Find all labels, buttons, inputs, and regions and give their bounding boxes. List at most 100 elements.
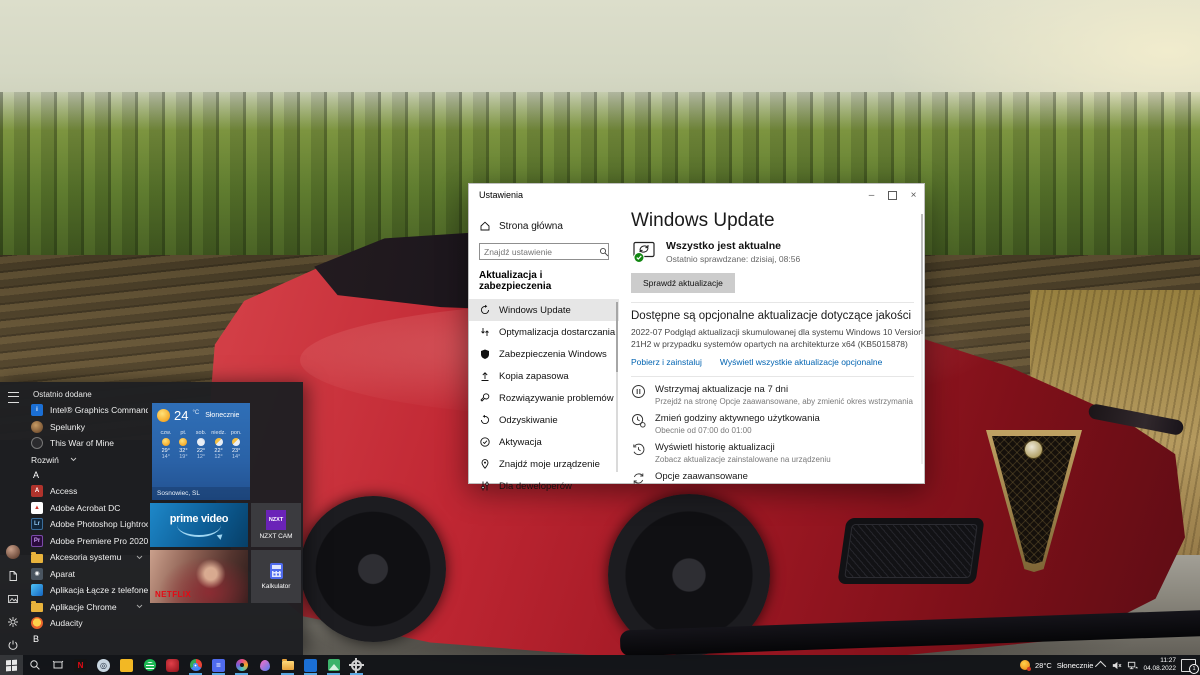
download-install-link[interactable]: Pobierz i zainstaluj bbox=[631, 357, 702, 367]
taskbar-red-app[interactable] bbox=[161, 655, 184, 675]
minimize-button[interactable]: – bbox=[861, 184, 882, 206]
settings-window: Ustawienia – × Strona główna Aktualizacj… bbox=[468, 183, 925, 484]
sidebar-item-activation[interactable]: Aktywacja bbox=[469, 431, 619, 453]
app-item-phone-link[interactable]: Aplikacja Łącze z telefonem bbox=[26, 582, 148, 599]
search-icon bbox=[599, 247, 609, 257]
start-button[interactable] bbox=[0, 655, 23, 675]
taskbar-spotify[interactable] bbox=[138, 655, 161, 675]
start-menu: Ostatnio dodane i Intel® Graphics Comman… bbox=[0, 382, 303, 655]
spelunky-icon bbox=[31, 421, 43, 433]
taskbar-calculator[interactable]: = bbox=[207, 655, 230, 675]
taskbar-settings[interactable] bbox=[345, 655, 368, 675]
app-item-premiere[interactable]: Pr Adobe Premiere Pro 2020 bbox=[26, 533, 148, 550]
title-bar[interactable]: Ustawienia – × bbox=[469, 184, 924, 206]
task-view-button[interactable] bbox=[46, 655, 69, 675]
main-scrollbar[interactable] bbox=[921, 214, 923, 464]
app-item-spelunky[interactable]: Spelunky bbox=[26, 419, 148, 436]
user-avatar[interactable] bbox=[6, 545, 20, 559]
hidden-icons-chevron[interactable] bbox=[1095, 661, 1106, 672]
taskbar-chrome[interactable] bbox=[184, 655, 207, 675]
app-item-camera[interactable]: ◉ Aparat bbox=[26, 566, 148, 583]
expand-row[interactable]: Rozwiń bbox=[26, 452, 148, 469]
sidebar-item-backup[interactable]: Kopia zapasowa bbox=[469, 365, 619, 387]
netflix-logo: NETFLIX bbox=[155, 590, 191, 599]
app-label: Audacity bbox=[50, 618, 83, 628]
taskbar-photos[interactable] bbox=[322, 655, 345, 675]
tray-time: 11:27 bbox=[1143, 657, 1176, 665]
app-item-audacity[interactable]: Audacity bbox=[26, 615, 148, 632]
taskbar-paint3d[interactable] bbox=[253, 655, 276, 675]
documents-icon[interactable] bbox=[7, 570, 19, 582]
pause-updates-item[interactable]: Wstrzymaj aktualizacje na 7 dni Przejdź … bbox=[631, 384, 914, 406]
app-item-intel-gcc[interactable]: i Intel® Graphics Command Center (Be... bbox=[26, 402, 148, 419]
sidebar-item-label: Rozwiązywanie problemów bbox=[499, 393, 614, 404]
settings-gear-icon[interactable] bbox=[7, 616, 19, 628]
sidebar-item-home[interactable]: Strona główna bbox=[469, 216, 619, 236]
folder-item-chrome-apps[interactable]: Aplikacje Chrome bbox=[26, 599, 148, 616]
update-history-item[interactable]: Wyświetl historię aktualizacji Zobacz ak… bbox=[631, 442, 914, 464]
nzxt-cam-tile[interactable]: NZXT NZXT CAM bbox=[251, 503, 301, 547]
intel-gcc-icon: i bbox=[31, 404, 43, 416]
sidebar-item-windows-update[interactable]: Windows Update bbox=[469, 299, 619, 321]
sidebar-item-label: Znajdź moje urządzenie bbox=[499, 459, 600, 470]
taskbar-mail[interactable] bbox=[299, 655, 322, 675]
clock[interactable]: 11:27 04.08.2022 bbox=[1143, 657, 1176, 673]
sidebar-item-label: Dla deweloperów bbox=[499, 481, 572, 492]
taskbar-steam[interactable]: ◎ bbox=[92, 655, 115, 675]
volume-muted-icon[interactable] bbox=[1111, 660, 1122, 671]
app-item-acrobat[interactable]: ▲ Adobe Acrobat DC bbox=[26, 500, 148, 517]
sidebar-item-recovery[interactable]: Odzyskiwanie bbox=[469, 409, 619, 431]
taskbar-search-button[interactable] bbox=[23, 655, 46, 675]
taskbar-notes-app[interactable] bbox=[115, 655, 138, 675]
tray-condition[interactable]: Słonecznie bbox=[1057, 661, 1094, 670]
tray-weather-icon[interactable] bbox=[1020, 660, 1030, 670]
app-item-access[interactable]: A Access bbox=[26, 483, 148, 500]
app-item-lightroom[interactable]: Lr Adobe Photoshop Lightroom 5.7.1 64... bbox=[26, 516, 148, 533]
weather-tile[interactable]: 24 °C Słonecznie czw. 29°14° pt. 32°19° … bbox=[152, 403, 250, 500]
advanced-options-item[interactable]: Opcje zaawansowane Dodatkowe kontrolki i… bbox=[631, 471, 914, 484]
app-label: Aplikacje Chrome bbox=[50, 602, 117, 612]
sidebar-item-developers[interactable]: Dla deweloperów bbox=[469, 475, 619, 497]
calculator-tile[interactable]: Kalkulator bbox=[251, 550, 301, 603]
steam-icon: ◎ bbox=[97, 659, 110, 672]
app-item-this-war-of-mine[interactable]: This War of Mine bbox=[26, 435, 148, 452]
close-button[interactable]: × bbox=[903, 184, 924, 206]
view-all-optional-link[interactable]: Wyświetl wszystkie aktualizacje opcjonal… bbox=[720, 357, 882, 367]
active-hours-item[interactable]: Zmień godziny aktywnego użytkowania Obec… bbox=[631, 413, 914, 435]
developers-icon bbox=[479, 480, 491, 492]
maximize-button[interactable] bbox=[882, 184, 903, 206]
windows-update-page: Windows Update Wszystko jest aktualne Os… bbox=[619, 206, 924, 484]
prime-video-tile[interactable]: prime video bbox=[150, 503, 248, 547]
app-label: Akcesoria systemu bbox=[50, 552, 121, 562]
item-subtitle: Przejdź na stronę Opcje zaawansowane, ab… bbox=[655, 397, 913, 406]
update-status-subtitle: Ostatnio sprawdzane: dzisiaj, 08:56 bbox=[666, 254, 800, 264]
folder-item-system-accessories[interactable]: Akcesoria systemu bbox=[26, 549, 148, 566]
advanced-options-icon bbox=[631, 471, 646, 484]
network-icon[interactable] bbox=[1127, 660, 1138, 671]
netflix-tile[interactable]: NETFLIX bbox=[150, 550, 248, 603]
taskbar-file-explorer[interactable] bbox=[276, 655, 299, 675]
sidebar-item-find-my-device[interactable]: Znajdź moje urządzenie bbox=[469, 453, 619, 475]
settings-search-box[interactable] bbox=[479, 243, 609, 260]
action-center-icon[interactable]: 1 bbox=[1181, 659, 1196, 672]
sidebar-item-windows-security[interactable]: Zabezpieczenia Windows bbox=[469, 343, 619, 365]
power-icon[interactable] bbox=[7, 639, 19, 651]
app-label: Adobe Photoshop Lightroom 5.7.1 64... bbox=[50, 519, 148, 529]
sidebar-scrollbar[interactable] bbox=[616, 302, 618, 472]
find-device-icon bbox=[479, 458, 491, 470]
troubleshoot-icon bbox=[479, 392, 491, 404]
taskbar-cam-app[interactable] bbox=[230, 655, 253, 675]
tray-temperature[interactable]: 28°C bbox=[1035, 661, 1052, 670]
recently-added-header: Ostatnio dodane bbox=[26, 388, 148, 402]
pictures-icon[interactable] bbox=[7, 593, 19, 605]
taskbar-netflix[interactable]: N bbox=[69, 655, 92, 675]
hamburger-menu-icon[interactable] bbox=[8, 392, 19, 403]
section-letter-a[interactable]: A bbox=[26, 468, 148, 483]
car-rear-wheel bbox=[300, 496, 446, 642]
section-letter-b[interactable]: B bbox=[26, 632, 148, 647]
settings-search-input[interactable] bbox=[480, 247, 599, 257]
sidebar-item-delivery-optimization[interactable]: Optymalizacja dostarczania bbox=[469, 321, 619, 343]
check-updates-button[interactable]: Sprawdź aktualizacje bbox=[631, 273, 735, 293]
app-label: Aparat bbox=[50, 569, 75, 579]
sidebar-item-troubleshoot[interactable]: Rozwiązywanie problemów bbox=[469, 387, 619, 409]
